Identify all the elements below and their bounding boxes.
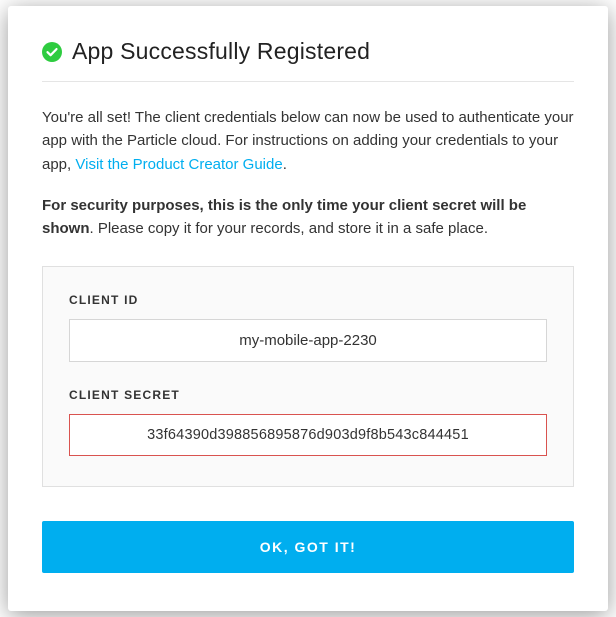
- client-secret-value[interactable]: 33f64390d398856895876d903d9f8b543c844451: [69, 414, 547, 456]
- product-creator-guide-link[interactable]: Visit the Product Creator Guide: [75, 156, 282, 173]
- security-rest-text: . Please copy it for your records, and s…: [90, 220, 489, 237]
- registration-success-modal: App Successfully Registered You're all s…: [8, 6, 608, 611]
- modal-title: App Successfully Registered: [72, 38, 370, 65]
- client-secret-label: CLIENT SECRET: [69, 388, 547, 402]
- ok-got-it-button[interactable]: OK, GOT IT!: [42, 521, 574, 573]
- modal-header: App Successfully Registered: [42, 38, 574, 82]
- client-id-value[interactable]: my-mobile-app-2230: [69, 319, 547, 362]
- credentials-panel: CLIENT ID my-mobile-app-2230 CLIENT SECR…: [42, 266, 574, 487]
- success-check-icon: [42, 42, 62, 62]
- intro-paragraph: You're all set! The client credentials b…: [42, 106, 574, 176]
- security-paragraph: For security purposes, this is the only …: [42, 194, 574, 241]
- intro-period: .: [283, 156, 287, 173]
- client-id-label: CLIENT ID: [69, 293, 547, 307]
